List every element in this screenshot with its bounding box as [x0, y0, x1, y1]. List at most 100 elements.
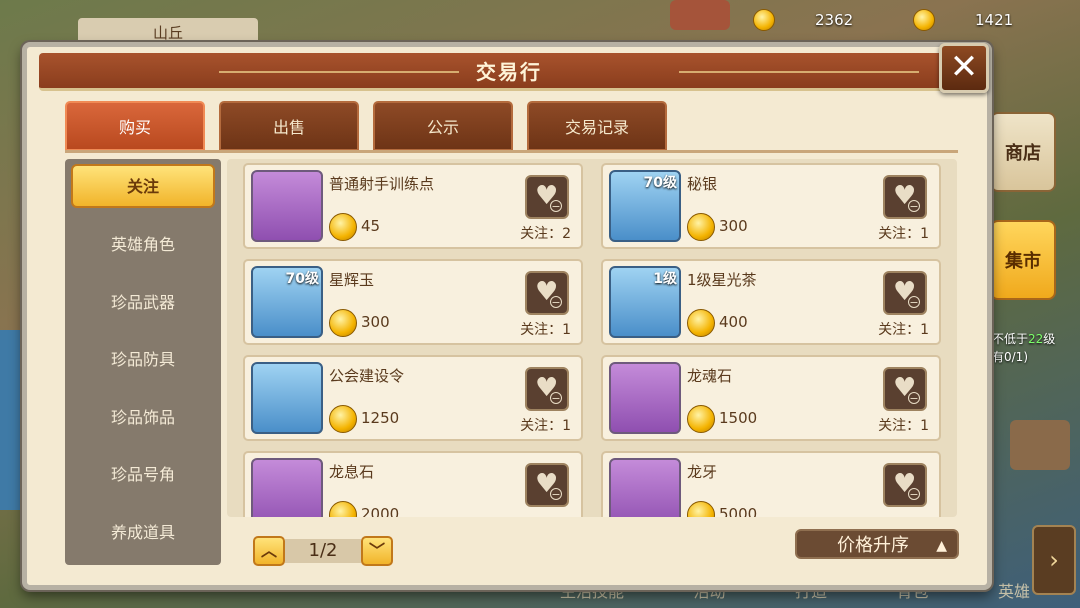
gold-coin-icon — [753, 9, 775, 31]
shop-button[interactable]: 商店 — [990, 112, 1056, 192]
item-name: 龙息石 — [329, 463, 375, 481]
note-level: 22 — [1028, 332, 1044, 346]
tab-sell[interactable]: 出售 — [219, 101, 359, 151]
chevron-up-icon: ︿ — [260, 541, 277, 560]
unfollow-button[interactable]: ♥ − — [883, 367, 927, 411]
chevron-up-icon: ▲ — [936, 538, 947, 554]
currency-amount: 2362 — [815, 11, 854, 29]
right-side-menu: 商店 集市 — [990, 112, 1070, 328]
tab-trade-history[interactable]: 交易记录 — [527, 101, 667, 151]
minus-icon: − — [908, 200, 920, 213]
follow-count: 关注：2 — [520, 226, 571, 242]
dragon-fang-icon — [609, 458, 681, 517]
panel-title-bar: 交易行 — [39, 53, 979, 91]
pager: ︿ 1/2 ﹀ — [253, 535, 393, 567]
archer-training-icon — [251, 170, 323, 242]
currency-gold-2: 1421 — [913, 6, 1013, 34]
minus-icon: − — [908, 488, 920, 501]
panel-tabs: 购买 出售 公示 交易记录 — [65, 101, 681, 151]
dragon-soul-stone-icon — [609, 362, 681, 434]
unfollow-button[interactable]: ♥ − — [525, 175, 569, 219]
chevron-right-icon: › — [1049, 546, 1059, 574]
item-name: 秘银 — [687, 175, 718, 193]
minus-icon: − — [550, 392, 562, 405]
gold-coin-icon — [329, 501, 357, 517]
category-growth-items[interactable]: 养成道具 — [65, 504, 221, 562]
item-card[interactable]: 公会建设令 1250 ♥ − 关注：1 — [243, 355, 583, 441]
category-following[interactable]: 关注 — [71, 164, 215, 208]
category-weapons[interactable]: 珍品武器 — [65, 274, 221, 332]
item-level: 1级 — [653, 271, 677, 287]
item-price: 1500 — [719, 409, 758, 427]
unfollow-button[interactable]: ♥ − — [525, 463, 569, 507]
page-indicator: 1/2 — [285, 539, 361, 563]
item-price: 2000 — [361, 505, 400, 517]
item-level: 70级 — [643, 175, 677, 191]
currency-bar: 2362 1421 — [745, 6, 1080, 34]
minus-icon: − — [908, 296, 920, 309]
expand-arrow-button[interactable]: › — [1032, 525, 1076, 595]
nav-hero[interactable]: 英雄 — [998, 578, 1030, 608]
gold-coin-icon — [687, 501, 715, 517]
gold-coin-icon — [329, 213, 357, 241]
item-name: 普通射手训练点 — [329, 175, 435, 193]
starlight-tea-icon: 1级 — [609, 266, 681, 338]
dragon-breath-stone-icon — [251, 458, 323, 517]
guild-token-icon — [251, 362, 323, 434]
item-name: 公会建设令 — [329, 367, 405, 385]
currency-amount: 1421 — [975, 11, 1014, 29]
gold-coin-icon — [687, 309, 715, 337]
item-card[interactable]: 龙息石 2000 ♥ − — [243, 451, 583, 517]
prev-page-button[interactable]: ︿ — [253, 536, 285, 566]
tab-buy[interactable]: 购买 — [65, 101, 205, 151]
item-card[interactable]: 龙魂石 1500 ♥ − 关注：1 — [601, 355, 941, 441]
minus-icon: − — [550, 296, 562, 309]
item-card[interactable]: 70级 秘银 300 ♥ − 关注：1 — [601, 163, 941, 249]
item-list: 普通射手训练点 45 ♥ − 关注：2 70级 秘银 300 ♥ − 关注：1 70… — [227, 159, 957, 517]
gold-coin-icon — [687, 213, 715, 241]
mithril-ingot-icon: 70级 — [609, 170, 681, 242]
item-card[interactable]: 70级 星辉玉 300 ♥ − 关注：1 — [243, 259, 583, 345]
item-price: 1250 — [361, 409, 400, 427]
item-card[interactable]: 普通射手训练点 45 ♥ − 关注：2 — [243, 163, 583, 249]
item-price: 5000 — [719, 505, 758, 517]
level-requirement-note: 不低于22级 有0/1) — [992, 330, 1080, 366]
close-button[interactable]: ✕ — [939, 43, 989, 93]
unfollow-button[interactable]: ♥ − — [883, 175, 927, 219]
market-button[interactable]: 集市 — [990, 220, 1056, 300]
trading-house-panel: 交易行 ✕ 购买 出售 公示 交易记录 关注 英雄角色 珍品武器 珍品防具 珍品… — [22, 42, 992, 590]
item-name: 星辉玉 — [329, 271, 375, 289]
unfollow-button[interactable]: ♥ − — [883, 271, 927, 315]
item-price: 400 — [719, 313, 748, 331]
item-price: 45 — [361, 217, 381, 235]
note-prefix: 不低于 — [992, 332, 1029, 346]
item-card[interactable]: 龙牙 5000 ♥ − — [601, 451, 941, 517]
category-sidebar: 关注 英雄角色 珍品武器 珍品防具 珍品饰品 珍品号角 养成道具 — [65, 159, 221, 565]
category-accessories[interactable]: 珍品饰品 — [65, 389, 221, 447]
panel-title: 交易行 — [476, 60, 542, 84]
note-line2: 有0/1) — [992, 350, 1028, 364]
tab-announce[interactable]: 公示 — [373, 101, 513, 151]
next-page-button[interactable]: ﹀ — [361, 536, 393, 566]
star-jade-icon: 70级 — [251, 266, 323, 338]
minus-icon: − — [550, 200, 562, 213]
category-horns[interactable]: 珍品号角 — [65, 446, 221, 504]
follow-count: 关注：1 — [878, 322, 929, 338]
unfollow-button[interactable]: ♥ − — [525, 367, 569, 411]
building-roof — [1010, 420, 1070, 470]
item-name: 龙牙 — [687, 463, 718, 481]
item-card[interactable]: 1级 1级星光茶 400 ♥ − 关注：1 — [601, 259, 941, 345]
category-armor[interactable]: 珍品防具 — [65, 331, 221, 389]
category-heroes[interactable]: 英雄角色 — [65, 216, 221, 274]
close-icon: ✕ — [949, 47, 979, 87]
chevron-down-icon: ﹀ — [368, 541, 385, 560]
follow-count: 关注：1 — [520, 418, 571, 434]
minus-icon: − — [550, 488, 562, 501]
unfollow-button[interactable]: ♥ − — [883, 463, 927, 507]
unfollow-button[interactable]: ♥ − — [525, 271, 569, 315]
follow-count: 关注：1 — [878, 226, 929, 242]
sort-button[interactable]: 价格升序 ▲ — [795, 529, 959, 559]
gold-coin-icon — [913, 9, 935, 31]
building-roof — [670, 0, 730, 30]
tab-divider — [65, 150, 958, 153]
